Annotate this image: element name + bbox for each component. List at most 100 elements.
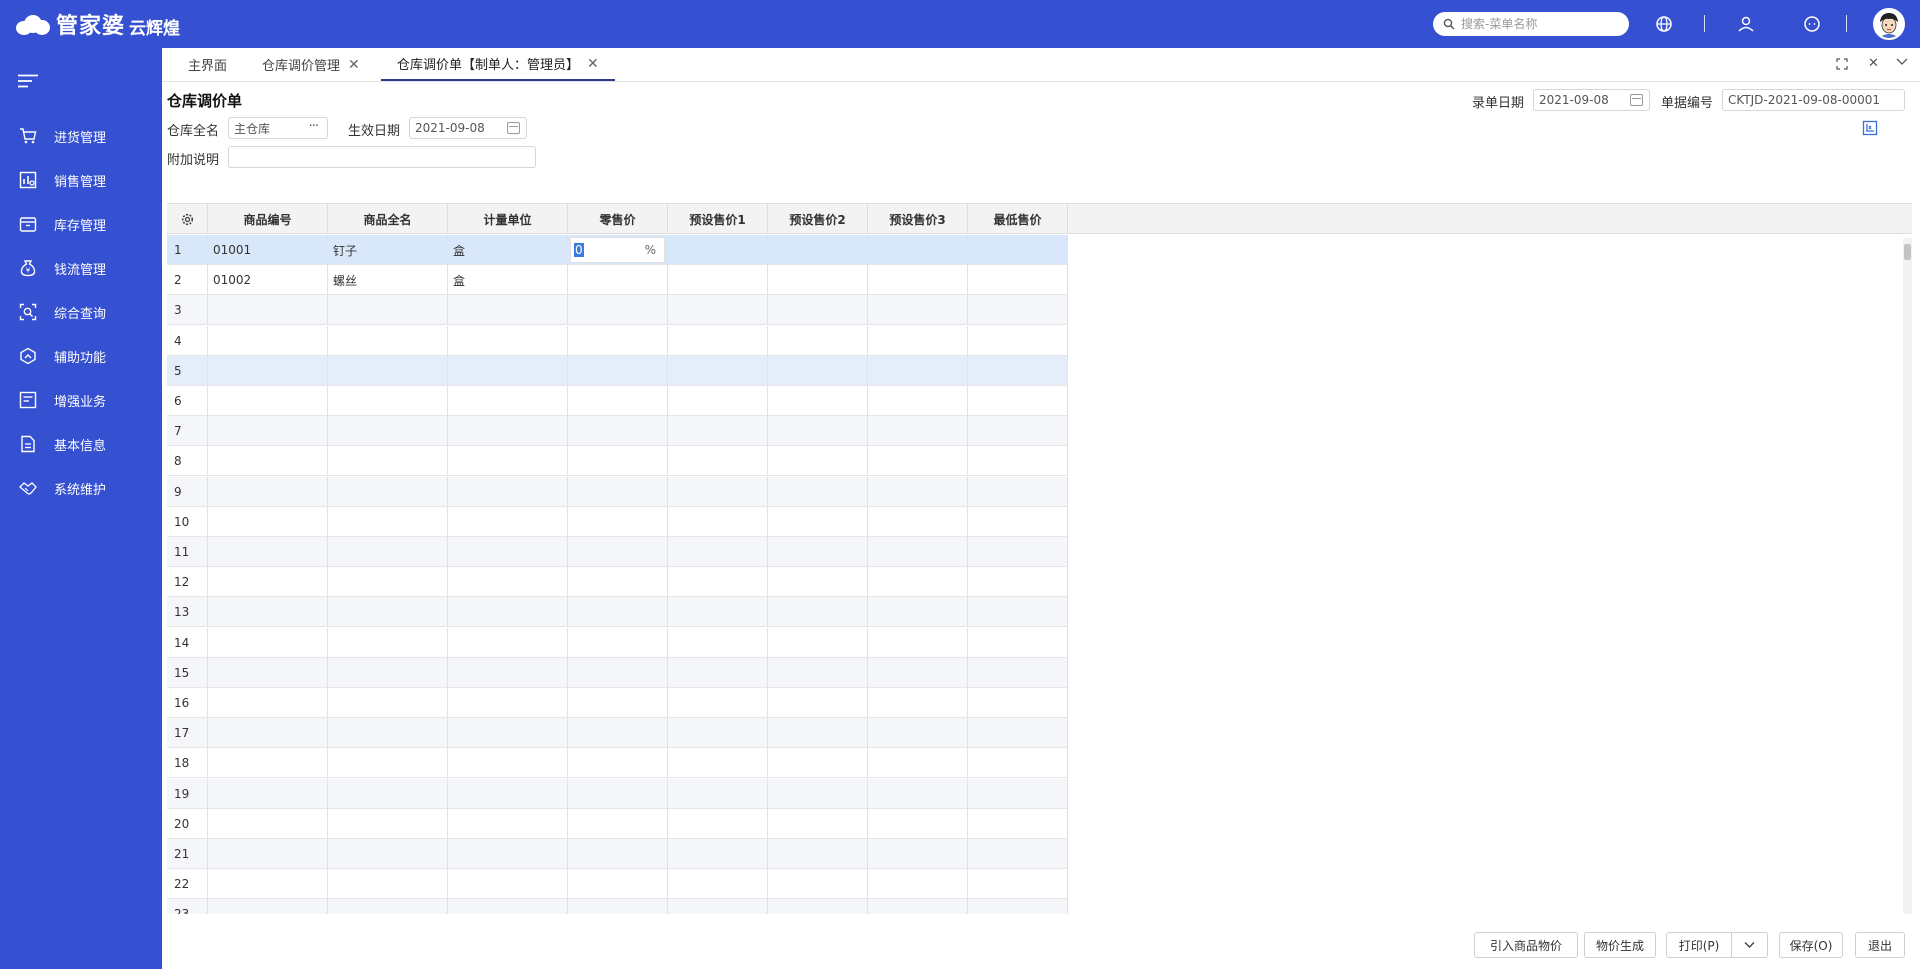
retail-price-cell[interactable] [568,265,668,296]
retail-price-cell[interactable] [568,446,668,477]
retail-price-cell[interactable] [568,627,668,658]
preset-price2-cell[interactable] [768,325,868,356]
product-code-cell[interactable] [208,597,328,628]
table-row[interactable]: 8 [167,446,1068,477]
preset-price3-cell[interactable] [868,869,968,900]
preset-price2-cell[interactable] [768,627,868,658]
close-window-icon[interactable]: ✕ [1868,56,1879,71]
preset-price1-cell[interactable] [668,869,768,900]
note-input[interactable] [228,146,536,168]
table-row[interactable]: 18 [167,748,1068,779]
preset-price1-cell[interactable] [668,567,768,598]
preset-price1-cell[interactable] [668,627,768,658]
preset-price1-cell[interactable] [668,718,768,749]
preset-price1-cell[interactable] [668,657,768,688]
close-icon[interactable]: ✕ [348,57,360,73]
preset-price1-cell[interactable] [668,778,768,809]
preset-price1-cell[interactable] [668,446,768,477]
column-header[interactable]: 预设售价3 [868,204,968,234]
preset-price3-cell[interactable] [868,265,968,296]
min-price-cell[interactable] [968,808,1068,839]
retail-price-cell[interactable] [568,688,668,718]
product-code-cell[interactable] [208,355,328,386]
chevron-down-icon[interactable] [1896,55,1908,70]
retail-price-cell[interactable] [568,748,668,779]
unit-cell[interactable] [448,778,568,809]
preset-price1-cell[interactable] [668,748,768,779]
preset-price3-cell[interactable] [868,808,968,839]
retail-price-cell[interactable] [568,899,668,914]
preset-price2-cell[interactable] [768,657,868,688]
table-row[interactable]: 7 [167,416,1068,447]
product-code-cell[interactable] [208,416,328,447]
product-name-cell[interactable] [328,476,448,507]
min-price-cell[interactable] [968,869,1068,900]
column-header[interactable]: 商品全名 [328,204,448,234]
min-price-cell[interactable] [968,265,1068,296]
product-name-cell[interactable] [328,808,448,839]
export-excel-icon[interactable] [1862,120,1878,140]
product-name-cell[interactable] [328,718,448,749]
product-name-cell[interactable] [328,355,448,386]
min-price-cell[interactable] [968,657,1068,688]
product-code-cell[interactable] [208,537,328,567]
calendar-icon[interactable] [507,122,520,134]
unit-cell[interactable]: 盒 [448,235,568,265]
preset-price2-cell[interactable] [768,295,868,326]
generate-price-button[interactable]: 物价生成 [1584,932,1656,958]
preset-price3-cell[interactable] [868,235,968,265]
preset-price3-cell[interactable] [868,627,968,658]
min-price-cell[interactable] [968,295,1068,326]
retail-price-cell[interactable] [568,355,668,386]
sidebar-item-auxiliary[interactable]: 辅助功能 [0,338,162,374]
warehouse-field[interactable]: 主仓库 ··· [228,117,328,139]
preset-price1-cell[interactable] [668,808,768,839]
table-row[interactable]: 20 [167,808,1068,839]
column-header[interactable]: 商品编号 [208,204,328,234]
product-code-cell[interactable] [208,839,328,869]
min-price-cell[interactable] [968,506,1068,537]
preset-price3-cell[interactable] [868,476,968,507]
tab-price-adjust-management[interactable]: 仓库调价管理 ✕ [262,48,360,81]
column-settings-icon[interactable] [167,204,208,234]
retail-price-cell[interactable] [568,386,668,416]
retail-price-cell[interactable] [568,506,668,537]
preset-price3-cell[interactable] [868,839,968,869]
sidebar-item-sales[interactable]: 销售管理 [0,162,162,198]
preset-price1-cell[interactable] [668,416,768,447]
min-price-cell[interactable] [968,416,1068,447]
min-price-cell[interactable] [968,537,1068,567]
product-code-cell[interactable] [208,506,328,537]
product-code-cell[interactable] [208,688,328,718]
product-code-cell[interactable] [208,446,328,477]
preset-price1-cell[interactable] [668,295,768,326]
preset-price3-cell[interactable] [868,537,968,567]
preset-price1-cell[interactable] [668,235,768,265]
sidebar-item-enhanced[interactable]: 增强业务 [0,382,162,418]
preset-price3-cell[interactable] [868,416,968,447]
close-icon[interactable]: ✕ [587,56,599,72]
product-code-cell[interactable] [208,567,328,598]
preset-price3-cell[interactable] [868,718,968,749]
product-name-cell[interactable] [328,597,448,628]
record-date-field[interactable]: 2021-09-08 [1533,89,1650,111]
column-header[interactable]: 最低售价 [968,204,1068,234]
ellipsis-icon[interactable]: ··· [309,119,319,134]
preset-price2-cell[interactable] [768,597,868,628]
retail-price-editor[interactable]: 0% [570,237,665,263]
table-row[interactable]: 10 [167,506,1068,537]
retail-price-cell[interactable] [568,718,668,749]
product-code-cell[interactable] [208,295,328,326]
preset-price2-cell[interactable] [768,446,868,477]
product-name-cell[interactable] [328,295,448,326]
preset-price1-cell[interactable] [668,597,768,628]
sidebar-item-cashflow[interactable]: ¥ 钱流管理 [0,250,162,286]
unit-cell[interactable] [448,869,568,900]
preset-price3-cell[interactable] [868,748,968,779]
sidebar-item-query[interactable]: 综合查询 [0,294,162,330]
table-row[interactable]: 19 [167,778,1068,809]
globe-icon[interactable] [1654,14,1674,34]
retail-price-cell[interactable] [568,869,668,900]
unit-cell[interactable] [448,839,568,869]
preset-price3-cell[interactable] [868,688,968,718]
